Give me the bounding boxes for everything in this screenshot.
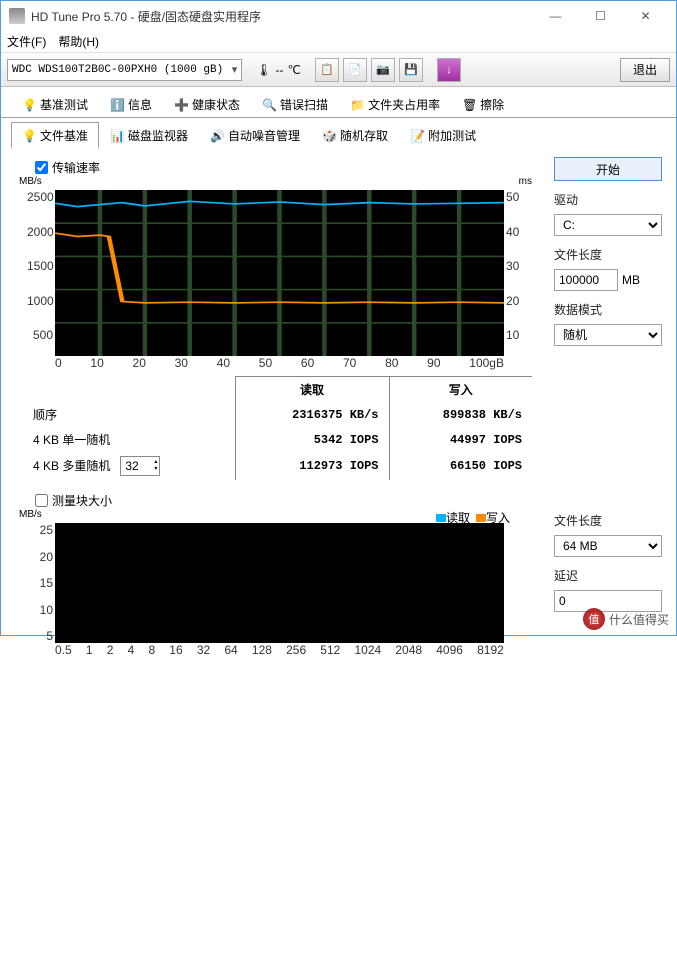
y-axis-label-2: MB/s <box>19 509 42 520</box>
y-axis-left: 2500200015001000500 <box>27 190 53 342</box>
exit-button[interactable]: 退出 <box>620 58 670 82</box>
watermark: 值 什么值得买 <box>583 608 669 630</box>
menu-bar: 文件(F) 帮助(H) <box>1 31 676 53</box>
trash-icon: 🗑 <box>462 98 476 112</box>
copy-info-button[interactable]: 📋 <box>315 58 339 82</box>
blocksize-checkbox[interactable]: 测量块大小 <box>35 492 540 509</box>
close-button[interactable]: ✕ <box>623 2 668 30</box>
filelen2-select[interactable]: 64 MB <box>554 535 662 557</box>
filelen-label: 文件长度 <box>554 246 662 263</box>
y-axis-left-label: MB/s <box>19 176 42 187</box>
menu-file[interactable]: 文件(F) <box>7 33 46 50</box>
tab-filebenchmark[interactable]: 💡文件基准 <box>11 122 99 149</box>
info-icon: ℹ️ <box>110 98 124 112</box>
menu-help[interactable]: 帮助(H) <box>58 33 99 50</box>
tab-extra[interactable]: 📝附加测试 <box>399 122 487 149</box>
speaker-icon: 🔊 <box>210 129 224 143</box>
tab-health[interactable]: ➕健康状态 <box>163 91 251 118</box>
x-axis-2: 0.512481632641282565121024204840968192 <box>55 643 504 657</box>
bulb-icon: 💡 <box>22 129 36 143</box>
options-button[interactable]: ↓ <box>437 58 461 82</box>
health-icon: ➕ <box>174 98 188 112</box>
start-button[interactable]: 开始 <box>554 157 662 181</box>
title-bar: HD Tune Pro 5.70 - 硬盘/固态硬盘实用程序 — ☐ ✕ <box>1 1 676 31</box>
drive-select[interactable]: WDC WDS100T2B0C-00PXH0 (1000 gB) <box>7 59 242 81</box>
table-row: 4 KB 单一随机5342 IOPS44997 IOPS <box>23 427 532 452</box>
y-axis-2: 252015105 <box>27 523 53 643</box>
tab-erase[interactable]: 🗑擦除 <box>451 91 515 118</box>
tab-aam[interactable]: 🔊自动噪音管理 <box>199 122 311 149</box>
random-icon: 🎲 <box>322 129 336 143</box>
table-row: 顺序2316375 KB/s899838 KB/s <box>23 402 532 427</box>
tabs-row1: 💡基准测试 ℹ️信息 ➕健康状态 🔍错误扫描 📁文件夹占用率 🗑擦除 <box>1 87 676 118</box>
tab-random[interactable]: 🎲随机存取 <box>311 122 399 149</box>
extra-icon: 📝 <box>410 129 424 143</box>
tab-diskmonitor[interactable]: 📊磁盘监视器 <box>99 122 199 149</box>
drive-label: 驱动 <box>554 191 662 208</box>
tab-benchmark[interactable]: 💡基准测试 <box>11 91 99 118</box>
drive-letter-select[interactable]: C: <box>554 214 662 236</box>
queue-depth-spinner[interactable]: 32 <box>120 456 160 476</box>
window-title: HD Tune Pro 5.70 - 硬盘/固态硬盘实用程序 <box>31 8 533 25</box>
monitor-icon: 📊 <box>110 129 124 143</box>
tabs-row2: 💡文件基准 📊磁盘监视器 🔊自动噪音管理 🎲随机存取 📝附加测试 <box>1 117 676 149</box>
side-panel: 开始 驱动 C: 文件长度 MB 数据模式 随机 文件长度 64 MB 延迟 <box>554 157 662 661</box>
delay-label: 延迟 <box>554 567 662 584</box>
y-axis-right: 5040302010 <box>506 190 524 342</box>
datamode-select[interactable]: 随机 <box>554 324 662 346</box>
transfer-chart: 2500200015001000500 5040302010 010203040… <box>55 190 504 356</box>
tab-folderusage[interactable]: 📁文件夹占用率 <box>339 91 451 118</box>
app-icon <box>9 8 25 24</box>
screenshot-button[interactable]: 📷 <box>371 58 395 82</box>
bulb-icon: 💡 <box>22 98 36 112</box>
transfer-rate-checkbox[interactable]: 传输速率 <box>35 159 540 176</box>
blocksize-chart: 252015105 0.5124816326412825651210242048… <box>55 523 504 643</box>
y-axis-right-label: ms <box>519 176 532 187</box>
folder-icon: 📁 <box>350 98 364 112</box>
tab-errorscan[interactable]: 🔍错误扫描 <box>251 91 339 118</box>
filelen-input[interactable] <box>554 269 618 291</box>
maximize-button[interactable]: ☐ <box>578 2 623 30</box>
tab-info[interactable]: ℹ️信息 <box>99 91 163 118</box>
watermark-icon: 值 <box>583 608 605 630</box>
temperature-display: 🌡 -- ℃ <box>256 63 301 77</box>
x-axis: 0102030405060708090100gB <box>55 356 504 370</box>
search-icon: 🔍 <box>262 98 276 112</box>
minimize-button[interactable]: — <box>533 2 578 30</box>
save-button[interactable]: 💾 <box>399 58 423 82</box>
copy-screenshot-button[interactable]: 📄 <box>343 58 367 82</box>
filelen2-label: 文件长度 <box>554 512 662 529</box>
datamode-label: 数据模式 <box>554 301 662 318</box>
table-row: 4 KB 多重随机32112973 IOPS66150 IOPS <box>23 452 532 480</box>
thermometer-icon: 🌡 <box>256 63 271 77</box>
results-table: 读取写入 顺序2316375 KB/s899838 KB/s 4 KB 单一随机… <box>23 376 532 480</box>
toolbar: WDC WDS100T2B0C-00PXH0 (1000 gB) 🌡 -- ℃ … <box>1 53 676 87</box>
